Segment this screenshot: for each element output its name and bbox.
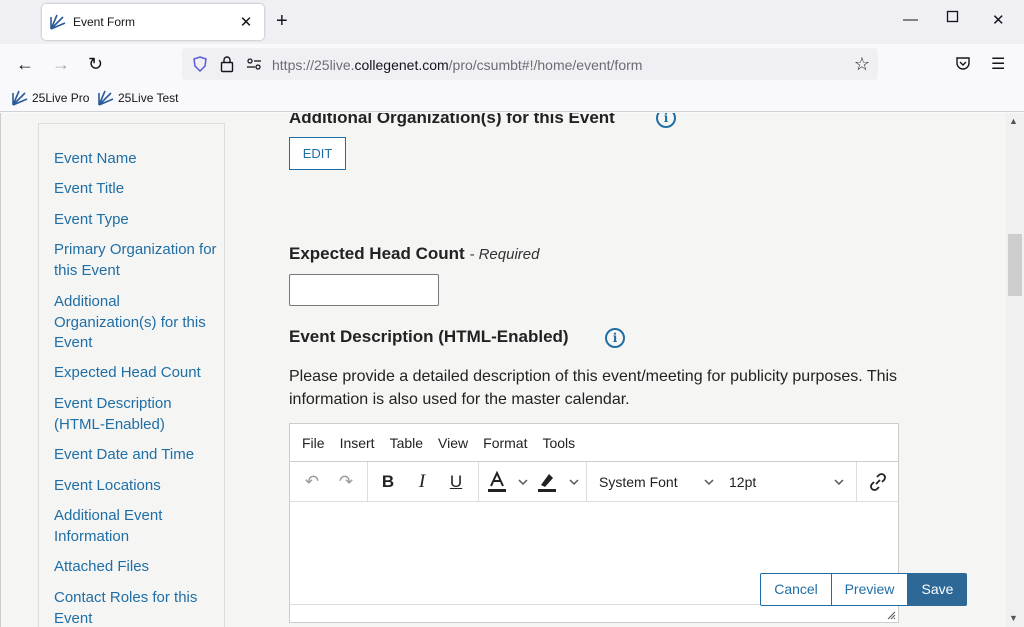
form-section-nav: Event Name Event Title Event Type Primar… bbox=[38, 123, 225, 627]
underline-icon[interactable]: U bbox=[442, 462, 470, 502]
25live-favicon-icon bbox=[50, 14, 66, 30]
description-title: Event Description (HTML-Enabled) bbox=[289, 327, 569, 346]
pocket-icon[interactable] bbox=[955, 56, 971, 72]
chevron-down-icon[interactable] bbox=[568, 476, 580, 488]
description-help-text: Please provide a detailed description of… bbox=[289, 368, 898, 408]
head-count-label: Expected Head Count bbox=[289, 244, 465, 263]
nav-expected-head-count[interactable]: Expected Head Count bbox=[54, 363, 219, 384]
font-size-select[interactable]: 12pt bbox=[729, 462, 849, 502]
info-icon[interactable]: i bbox=[656, 113, 676, 128]
nav-event-locations[interactable]: Event Locations bbox=[54, 476, 219, 497]
italic-icon[interactable]: I bbox=[408, 462, 436, 502]
menu-tools[interactable]: Tools bbox=[542, 435, 575, 451]
reload-icon[interactable]: ↻ bbox=[88, 54, 103, 75]
menu-table[interactable]: Table bbox=[390, 435, 423, 451]
back-icon[interactable]: ← bbox=[16, 54, 34, 75]
required-indicator: - Required bbox=[469, 246, 540, 263]
toolbar-divider bbox=[478, 462, 479, 502]
nav-additional-organizations[interactable]: Additional Organization(s) for this Even… bbox=[54, 292, 219, 354]
nav-event-name[interactable]: Event Name bbox=[54, 149, 219, 170]
menu-file[interactable]: File bbox=[302, 435, 325, 451]
editor-menubar: File Insert Table View Format Tools bbox=[290, 424, 898, 462]
font-family-select[interactable]: System Font bbox=[599, 462, 719, 502]
page-content: Event Name Event Title Event Type Primar… bbox=[0, 113, 1006, 627]
permissions-icon[interactable] bbox=[246, 56, 262, 72]
bookmark-label: 25Live Test bbox=[118, 91, 179, 105]
edit-additional-orgs-button[interactable]: EDIT bbox=[289, 137, 346, 170]
hamburger-menu-icon[interactable]: ☰ bbox=[991, 54, 1005, 74]
save-button[interactable]: Save bbox=[908, 573, 967, 606]
nav-event-description[interactable]: Event Description (HTML-Enabled) bbox=[54, 394, 219, 435]
nav-event-type[interactable]: Event Type bbox=[54, 210, 219, 231]
link-icon[interactable] bbox=[864, 462, 892, 502]
toolbar-divider bbox=[586, 462, 587, 502]
head-count-title: Expected Head Count - Required bbox=[289, 244, 539, 264]
url-prefix: https://25live. bbox=[272, 57, 355, 73]
bookmark-label: 25Live Pro bbox=[32, 91, 90, 105]
url-text[interactable]: https://25live.collegenet.com/pro/csumbt… bbox=[272, 57, 642, 73]
nav-primary-organization[interactable]: Primary Organization for this Event bbox=[54, 240, 219, 281]
bookmarks-toolbar: 25Live Pro 25Live Test bbox=[0, 86, 1024, 112]
form-action-bar: Cancel Preview Save bbox=[760, 573, 967, 606]
menu-view[interactable]: View bbox=[438, 435, 468, 451]
lock-icon[interactable] bbox=[220, 55, 234, 73]
toolbar-divider bbox=[856, 462, 857, 502]
bold-icon[interactable]: B bbox=[374, 462, 402, 502]
font-size-value: 12pt bbox=[729, 474, 757, 490]
scroll-down-icon[interactable]: ▼ bbox=[1009, 613, 1018, 623]
scroll-up-icon[interactable]: ▲ bbox=[1009, 116, 1018, 126]
preview-button[interactable]: Preview bbox=[831, 573, 908, 606]
cancel-button[interactable]: Cancel bbox=[760, 573, 832, 606]
tab-title: Event Form bbox=[73, 15, 136, 29]
window-close-icon[interactable]: ✕ bbox=[992, 11, 1005, 29]
nav-contact-roles[interactable]: Contact Roles for this Event bbox=[54, 588, 219, 627]
bookmark-star-icon[interactable]: ☆ bbox=[854, 54, 870, 75]
nav-event-date-time[interactable]: Event Date and Time bbox=[54, 445, 219, 466]
editor-toolbar: ↶ ↷ B I U System Font 12pt bbox=[290, 462, 898, 502]
info-icon[interactable]: i bbox=[605, 328, 625, 348]
resize-handle-icon[interactable] bbox=[886, 610, 896, 620]
menu-insert[interactable]: Insert bbox=[340, 435, 375, 451]
menu-format[interactable]: Format bbox=[483, 435, 527, 451]
nav-event-title[interactable]: Event Title bbox=[54, 179, 219, 200]
url-domain: collegenet.com bbox=[354, 57, 449, 73]
bookmark-25live-pro[interactable]: 25Live Pro bbox=[12, 90, 89, 106]
url-bar[interactable]: https://25live.collegenet.com/pro/csumbt… bbox=[182, 48, 878, 80]
editor-statusbar bbox=[290, 604, 898, 622]
25live-icon bbox=[98, 90, 114, 106]
scrollbar-thumb[interactable] bbox=[1008, 234, 1022, 296]
close-tab-icon[interactable]: ✕ bbox=[234, 13, 258, 31]
minimize-icon[interactable]: — bbox=[903, 11, 918, 28]
chevron-down-icon[interactable] bbox=[833, 476, 845, 488]
browser-tab-bar: Event Form ✕ + — ✕ bbox=[0, 0, 1024, 44]
tracking-shield-icon[interactable] bbox=[192, 56, 208, 72]
browser-tab[interactable]: Event Form ✕ bbox=[42, 4, 264, 40]
25live-icon bbox=[12, 90, 28, 106]
chevron-down-icon[interactable] bbox=[703, 476, 715, 488]
toolbar-divider bbox=[367, 462, 368, 502]
forward-icon[interactable]: → bbox=[52, 54, 70, 75]
nav-additional-event-information[interactable]: Additional Event Information bbox=[54, 506, 219, 547]
bookmark-25live-test[interactable]: 25Live Test bbox=[98, 90, 179, 106]
text-color-icon[interactable] bbox=[486, 462, 508, 502]
highlight-color-icon[interactable] bbox=[536, 462, 558, 502]
font-family-value: System Font bbox=[599, 474, 678, 490]
new-tab-icon[interactable]: + bbox=[276, 10, 288, 32]
undo-icon[interactable]: ↶ bbox=[298, 462, 326, 502]
redo-icon[interactable]: ↷ bbox=[332, 462, 360, 502]
chevron-down-icon[interactable] bbox=[517, 476, 529, 488]
additional-orgs-title: Additional Organization(s) for this Even… bbox=[289, 113, 615, 127]
page-scrollbar[interactable] bbox=[1006, 113, 1024, 627]
maximize-icon[interactable] bbox=[946, 9, 960, 27]
navigation-toolbar: ← → ↻ https://25live.collegenet.com/pro/… bbox=[0, 44, 1024, 86]
url-path: /pro/csumbt#!/home/event/form bbox=[448, 57, 643, 73]
nav-attached-files[interactable]: Attached Files bbox=[54, 557, 219, 578]
head-count-input[interactable] bbox=[289, 274, 439, 306]
